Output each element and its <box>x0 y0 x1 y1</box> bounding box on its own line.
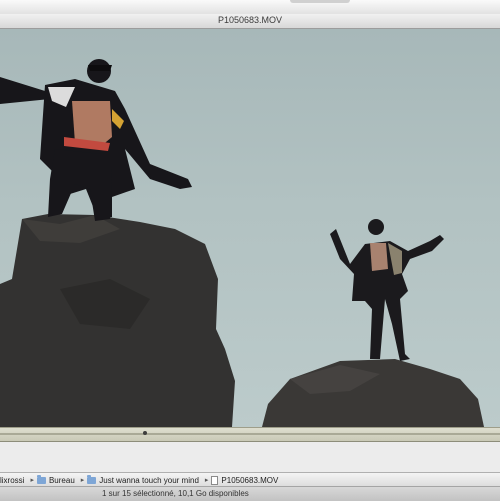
crumb-home-label: lixrossi <box>0 475 25 485</box>
person-right-torso <box>370 243 388 271</box>
window-title: P1050683.MOV <box>217 15 283 25</box>
crumb-bureau[interactable]: Bureau <box>36 474 75 485</box>
chevron-right-icon: ▸ <box>30 477 34 484</box>
crumb-folder[interactable]: Just wanna touch your mind <box>87 474 199 485</box>
title-bar[interactable]: P1050683.MOV <box>0 14 500 29</box>
status-text: 1 sur 15 sélectionné, 10,1 Go disponible… <box>102 489 249 498</box>
person-right <box>330 219 444 361</box>
video-frame[interactable] <box>0 29 500 427</box>
folder-icon <box>87 474 97 484</box>
crumb-file-label: P1050683.MOV <box>221 475 279 485</box>
browser-background <box>0 442 500 472</box>
crumb-folder-label: Just wanna touch your mind <box>99 475 199 485</box>
timeline-scrubber[interactable] <box>0 427 500 442</box>
rock-right <box>262 359 484 427</box>
tab-fragment[interactable] <box>290 0 350 3</box>
chevron-right-icon: ▸ <box>204 477 209 484</box>
tab-strip <box>0 0 500 15</box>
playhead-handle[interactable] <box>143 431 147 435</box>
movie-file-icon <box>211 475 219 485</box>
folder-icon <box>36 474 46 484</box>
path-bar: lixrossi ▸ Bureau ▸ Just wanna touch you… <box>0 472 500 487</box>
chevron-right-icon: ▸ <box>80 477 85 484</box>
crumb-bureau-label: Bureau <box>48 475 75 485</box>
status-bar: 1 sur 15 sélectionné, 10,1 Go disponible… <box>0 486 500 501</box>
crumb-home[interactable]: lixrossi <box>0 476 24 485</box>
crumb-file[interactable]: P1050683.MOV <box>211 475 279 485</box>
video-image <box>0 59 484 427</box>
scrub-track[interactable] <box>0 433 500 435</box>
